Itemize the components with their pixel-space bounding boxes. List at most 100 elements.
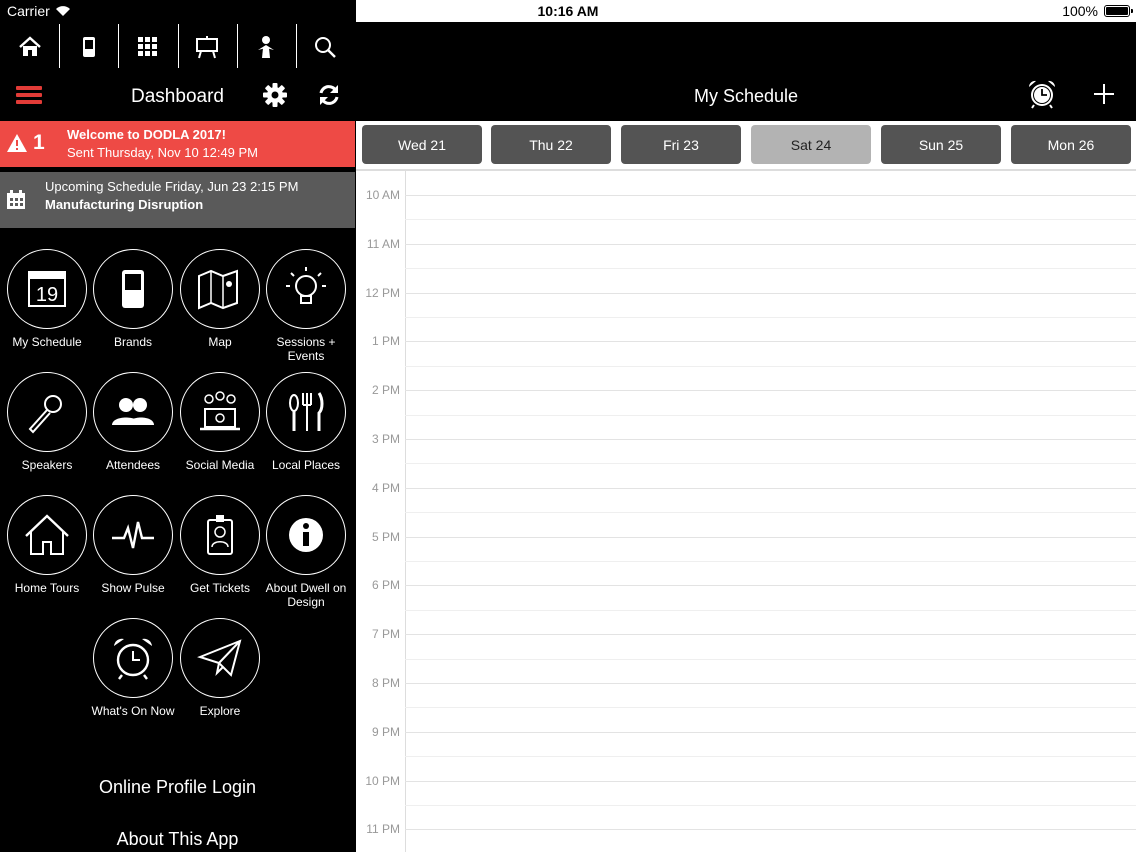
half-hour-line <box>405 268 1136 270</box>
house-icon <box>25 514 69 555</box>
tile-label: About Dwell on Design <box>265 581 347 609</box>
brands-toolbar-button[interactable] <box>59 24 118 70</box>
hour-label: 9 PM <box>371 724 400 739</box>
half-hour-line <box>405 805 1136 806</box>
add-icon[interactable] <box>1092 82 1116 106</box>
hour-label: 7 PM <box>371 627 400 642</box>
tile-label: Attendees <box>105 458 161 472</box>
carrier-label: Carrier <box>7 3 50 19</box>
half-hour-line <box>405 365 1136 367</box>
hour-line <box>405 487 1136 489</box>
people-icon <box>112 398 154 425</box>
day-tab-sat-24[interactable]: Sat 24 <box>751 125 871 164</box>
qr-code-icon <box>137 37 157 56</box>
hour-line <box>405 585 1136 587</box>
search-icon <box>315 37 337 58</box>
tile-label: Brands <box>113 335 153 349</box>
tile-home-tours[interactable]: Home Tours <box>2 495 92 595</box>
hour-label: 10 PM <box>365 773 400 788</box>
tile-explore[interactable]: Explore <box>175 618 265 718</box>
qr-toolbar-button[interactable] <box>118 24 177 70</box>
day-tab-fri-23[interactable]: Fri 23 <box>621 125 741 164</box>
hour-label: 6 PM <box>371 578 400 593</box>
day-tab-wed-21[interactable]: Wed 21 <box>362 125 482 164</box>
tile-social-media[interactable]: Social Media <box>175 372 265 472</box>
tile-label: Get Tickets <box>189 581 251 595</box>
gear-icon[interactable] <box>262 82 288 108</box>
calendar-icon <box>7 190 25 209</box>
tile-label: Speakers <box>21 458 73 472</box>
about-this-app-link[interactable]: About This App <box>0 829 355 850</box>
alert-title: Welcome to DODLA 2017! <box>67 127 226 142</box>
battery-percent: 100% <box>1062 3 1098 19</box>
laptop-social-icon <box>200 391 240 431</box>
hour-line <box>405 195 1136 196</box>
schedule-panel: My Schedule Wed 21 Thu 22 Fri 23 Sat 24 … <box>356 0 1136 852</box>
tile-whats-on-now[interactable]: What's On Now <box>88 618 178 718</box>
phone-icon <box>122 270 144 308</box>
tile-show-pulse[interactable]: Show Pulse <box>88 495 178 595</box>
hour-label: 8 PM <box>371 676 400 690</box>
hour-line <box>405 780 1136 782</box>
tile-attendees[interactable]: Attendees <box>88 372 178 472</box>
paper-plane-icon <box>197 639 242 677</box>
carrier-info: Carrier <box>7 3 71 19</box>
tile-label: My Schedule <box>12 335 82 349</box>
svg-text:19: 19 <box>36 284 58 306</box>
hour-label: 1 PM <box>371 334 400 349</box>
hour-line <box>405 683 1136 684</box>
alert-banner[interactable]: 1 Welcome to DODLA 2017! Sent Thursday, … <box>0 121 355 167</box>
tile-label: Social Media <box>185 458 255 472</box>
search-toolbar-button[interactable] <box>295 24 355 70</box>
tile-speakers[interactable]: Speakers <box>2 372 92 472</box>
pulse-icon <box>112 521 154 549</box>
half-hour-line <box>405 658 1136 660</box>
tile-label: Show Pulse <box>101 581 165 595</box>
tile-label: Sessions + Events <box>276 335 336 363</box>
upcoming-session: Manufacturing Disruption <box>45 197 204 212</box>
hour-label: 11 AM <box>366 236 400 251</box>
dashboard-panel: Dashboard 1 Welcome to DODLA 2017! Sent … <box>0 0 355 852</box>
lightbulb-icon <box>286 267 326 304</box>
tile-get-tickets[interactable]: Get Tickets <box>175 495 265 595</box>
warning-icon <box>7 134 27 152</box>
tile-brands[interactable]: Brands <box>88 249 178 349</box>
home-toolbar-button[interactable] <box>0 24 59 70</box>
phone-icon <box>82 37 95 57</box>
day-tab-mon-26[interactable]: Mon 26 <box>1011 125 1131 164</box>
upcoming-schedule-banner[interactable]: Upcoming Schedule Friday, Jun 23 2:15 PM… <box>0 172 355 228</box>
tile-about-dwell[interactable]: About Dwell on Design <box>261 495 351 609</box>
schedule-title: My Schedule <box>693 86 799 106</box>
refresh-icon[interactable] <box>316 82 342 108</box>
upcoming-date: Upcoming Schedule Friday, Jun 23 2:15 PM <box>45 179 299 194</box>
status-bar: Carrier 10:16 AM 100% <box>0 0 1136 22</box>
tile-label: Local Places <box>271 458 341 472</box>
day-tab-sun-25[interactable]: Sun 25 <box>881 125 1001 164</box>
alarm-clock-icon[interactable] <box>1026 78 1058 110</box>
tile-map[interactable]: Map <box>175 249 265 349</box>
menu-icon[interactable] <box>16 86 42 104</box>
presentation-board-icon <box>196 36 219 59</box>
speaker-person-icon <box>258 36 275 58</box>
battery-info: 100% <box>1062 3 1133 19</box>
tile-my-schedule[interactable]: 19 My Schedule <box>2 249 92 349</box>
half-hour-line <box>405 609 1136 611</box>
tile-local-places[interactable]: Local Places <box>261 372 351 472</box>
hour-label: 3 PM <box>371 432 400 446</box>
hour-label: 4 PM <box>371 480 400 495</box>
hour-label: 11 PM <box>366 822 400 837</box>
home-icon <box>18 36 41 56</box>
day-tab-thu-22[interactable]: Thu 22 <box>491 125 611 164</box>
half-hour-line <box>405 463 1136 465</box>
hour-label: 12 PM <box>365 285 400 300</box>
tile-sessions-events[interactable]: Sessions + Events <box>261 249 351 363</box>
sessions-toolbar-button[interactable] <box>177 24 237 70</box>
schedule-time-grid[interactable]: 10 AM 11 AM 12 PM 1 PM 2 PM 3 PM 4 PM 5 PM 6 PM 7… <box>356 171 1136 852</box>
microphone-icon <box>28 395 62 434</box>
battery-icon <box>1104 5 1133 17</box>
online-profile-login-link[interactable]: Online Profile Login <box>0 777 355 798</box>
hour-line <box>405 292 1136 294</box>
hour-line <box>405 341 1136 343</box>
hour-label: 10 AM <box>365 188 400 202</box>
speakers-toolbar-button[interactable] <box>236 24 296 70</box>
